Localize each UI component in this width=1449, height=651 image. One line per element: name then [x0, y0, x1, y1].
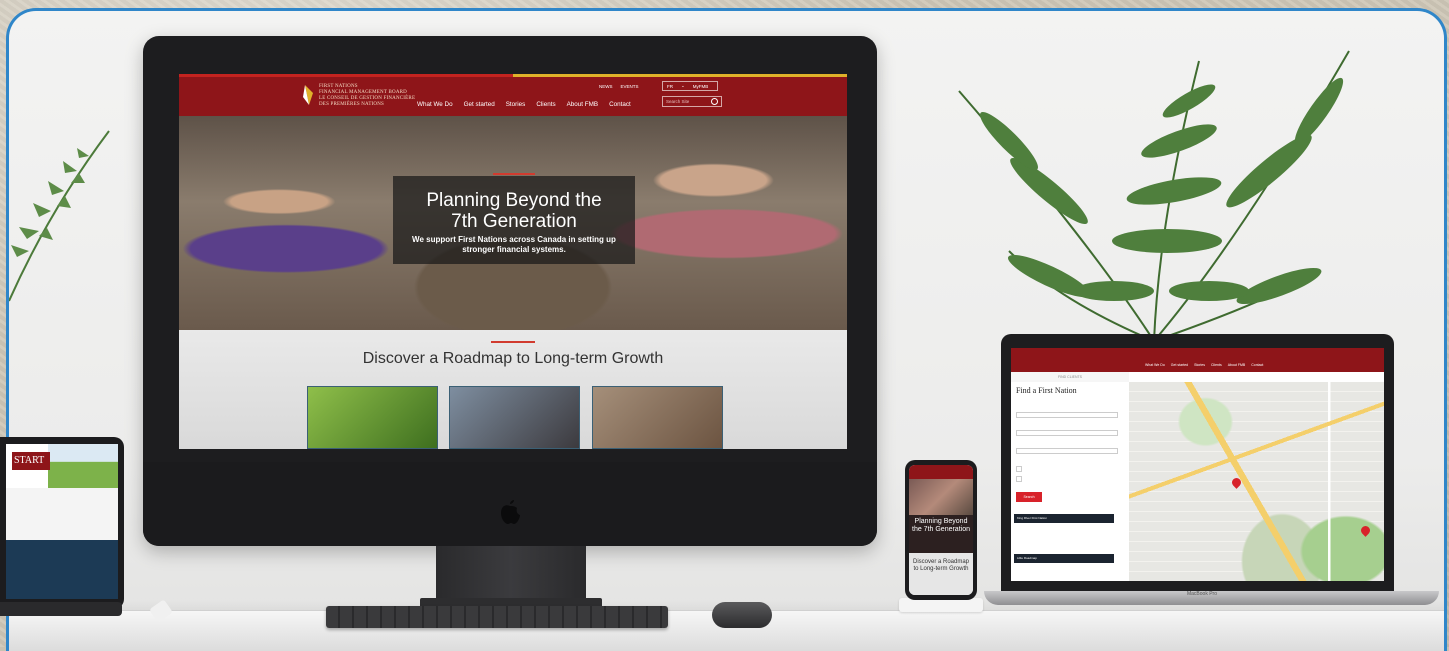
nav-stories[interactable]: Stories: [506, 101, 526, 108]
phone-hero-image: [909, 479, 973, 515]
site-search-input[interactable]: Search Site: [662, 96, 722, 107]
main-nav: What We Do Get started Stories Clients A…: [417, 101, 631, 108]
laptop-model-label: MacBook Pro: [1186, 591, 1217, 597]
laptop-main-nav: What We Do Get started Stories Clients A…: [1145, 363, 1263, 367]
roadmap-tile[interactable]: [449, 386, 580, 449]
apple-logo-icon: [501, 500, 520, 524]
header-accent-stripe: [179, 74, 847, 77]
laptop-screen: What We Do Get started Stories Clients A…: [1011, 348, 1384, 581]
site-header: FIRST NATIONS FINANCIAL MANAGEMENT BOARD…: [179, 74, 847, 116]
roadmap-tile[interactable]: [592, 386, 723, 449]
region-select[interactable]: [1016, 430, 1118, 436]
imac-screen: FIRST NATIONS FINANCIAL MANAGEMENT BOARD…: [179, 74, 847, 449]
laptop-nav-item[interactable]: About FMB: [1228, 363, 1246, 367]
result-card[interactable]: King River First Nation: [1014, 514, 1114, 523]
map-pin-icon[interactable]: [1359, 524, 1372, 537]
utility-links: NEWS EVENTS: [599, 84, 639, 89]
phone-screen: Planning Beyond the 7th Generation Disco…: [909, 465, 973, 595]
fmb-logo-icon: [303, 85, 313, 105]
filter-checkbox[interactable]: [1016, 476, 1022, 482]
events-link[interactable]: EVENTS: [621, 84, 639, 89]
phone-discover-line: Discover a Roadmap: [912, 559, 970, 565]
laptop-search-panel: Find a First Nation Search King River Fi…: [1011, 382, 1129, 581]
phone-hero-title-line: Planning Beyond: [914, 518, 968, 525]
phone-discover-line: to Long-term Growth: [913, 566, 969, 572]
laptop-subheader: FIND CLIENTS: [1011, 372, 1129, 382]
laptop-nav-item[interactable]: Contact: [1251, 363, 1263, 367]
name-input[interactable]: [1016, 448, 1118, 454]
map-pin-icon[interactable]: [1230, 476, 1243, 489]
ipad-screen: START: [6, 444, 118, 599]
laptop-nav-item[interactable]: Get started: [1171, 363, 1188, 367]
search-placeholder: Search Site: [666, 99, 690, 104]
phone-hero-title-line: the 7th Generation: [912, 526, 970, 533]
roadmap-tile[interactable]: [307, 386, 438, 449]
ipad-start-badge: START: [12, 452, 50, 470]
laptop-nav-item[interactable]: What We Do: [1145, 363, 1165, 367]
nav-clients[interactable]: Clients: [536, 101, 555, 108]
hero-subtitle: We support First Nations across Canada i…: [393, 235, 635, 255]
laptop-map[interactable]: [1129, 382, 1384, 581]
discover-section: Discover a Roadmap to Long-term Growth: [179, 330, 847, 449]
search-icon[interactable]: [711, 98, 718, 105]
ipad-device: START: [0, 437, 124, 609]
search-button[interactable]: Search: [1016, 492, 1042, 502]
result-card[interactable]: Lillie Roadmap: [1014, 554, 1114, 563]
imac-device: FIRST NATIONS FINANCIAL MANAGEMENT BOARD…: [143, 36, 877, 546]
hero-caption-box: Planning Beyond the 7th Generation We su…: [393, 173, 635, 264]
hero-title-line: Planning Beyond the: [426, 190, 602, 211]
logo-line: DES PREMIÈRES NATIONS: [319, 102, 385, 107]
filter-checkbox[interactable]: [1016, 466, 1022, 472]
laptop-page-title: Find a First Nation: [1016, 386, 1077, 395]
news-link[interactable]: NEWS: [599, 84, 613, 89]
phone-hero-caption: Planning Beyond the 7th Generation: [909, 515, 973, 553]
laptop-nav-item[interactable]: Clients: [1211, 363, 1222, 367]
nav-get-started[interactable]: Get started: [464, 101, 495, 108]
discover-title: Discover a Roadmap to Long-term Growth: [362, 350, 664, 367]
fern-right-icon: [958, 50, 1350, 341]
hero-image: Planning Beyond the 7th Generation We su…: [179, 116, 847, 330]
laptop-site-header: What We Do Get started Stories Clients A…: [1011, 348, 1384, 372]
phone-device: Planning Beyond the 7th Generation Disco…: [905, 460, 977, 600]
language-value: FR: [667, 83, 673, 89]
hero-subtitle-line: stronger financial systems.: [462, 245, 566, 254]
language-selector[interactable]: FR ⌄ MyFMB: [662, 81, 718, 91]
province-select[interactable]: [1016, 412, 1118, 418]
hero-subtitle-line: We support First Nations across Canada i…: [412, 235, 616, 244]
laptop-nav-item[interactable]: Stories: [1194, 363, 1205, 367]
nav-about-fmb[interactable]: About FMB: [567, 101, 599, 108]
ipad-content-panel: [6, 488, 118, 540]
fern-left-icon: [9, 130, 110, 302]
discover-accent-bar: [491, 341, 535, 343]
ipad-keyboard: [0, 602, 122, 616]
imac-stand: [436, 546, 586, 604]
chevron-down-icon: ⌄: [681, 83, 685, 88]
keyboard: [326, 606, 668, 628]
nav-contact[interactable]: Contact: [609, 101, 631, 108]
nav-what-we-do[interactable]: What We Do: [417, 101, 453, 108]
hero-title: Planning Beyond the 7th Generation: [393, 190, 635, 232]
laptop-site-logo[interactable]: [1081, 354, 1141, 364]
ipad-hero-image: [48, 444, 118, 488]
laptop-device: What We Do Get started Stories Clients A…: [1001, 334, 1394, 591]
hero-title-line: 7th Generation: [451, 211, 577, 232]
myfmb-link[interactable]: MyFMB: [693, 84, 709, 89]
ipad-footer-panel: [6, 540, 118, 599]
hero-accent-bar: [493, 173, 535, 175]
phone-stand: [899, 598, 983, 612]
imac-chin: [143, 462, 877, 546]
mouse: [712, 602, 772, 628]
phone-discover: Discover a Roadmap to Long-term Growth: [909, 553, 973, 595]
phone-header: [909, 465, 973, 479]
site-logo-text[interactable]: FIRST NATIONS FINANCIAL MANAGEMENT BOARD…: [319, 84, 415, 108]
